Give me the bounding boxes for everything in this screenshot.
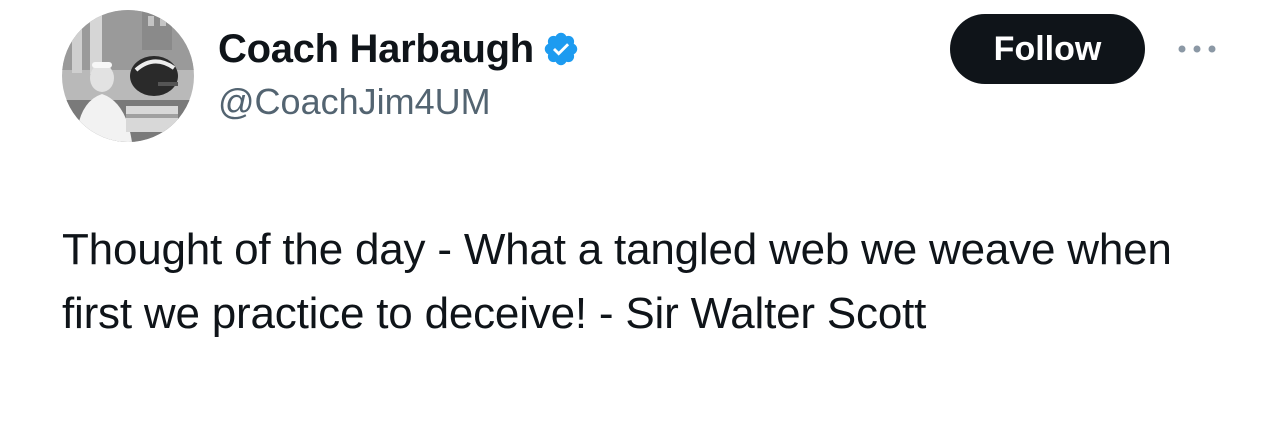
avatar-photo [62,10,194,142]
avatar[interactable] [62,10,194,142]
author-handle[interactable]: @CoachJim4UM [218,78,580,126]
more-options-icon[interactable] [1170,34,1224,64]
verified-badge-icon[interactable] [542,30,580,68]
name-row: Coach Harbaugh [218,22,580,76]
tweet-card: Coach Harbaugh @CoachJim4UM Follow Thoug… [0,0,1284,427]
tweet-text: Thought of the day - What a tangled web … [62,225,1184,338]
follow-button[interactable]: Follow [950,14,1145,84]
display-name[interactable]: Coach Harbaugh [218,22,534,76]
author-identity: Coach Harbaugh @CoachJim4UM [218,22,580,126]
